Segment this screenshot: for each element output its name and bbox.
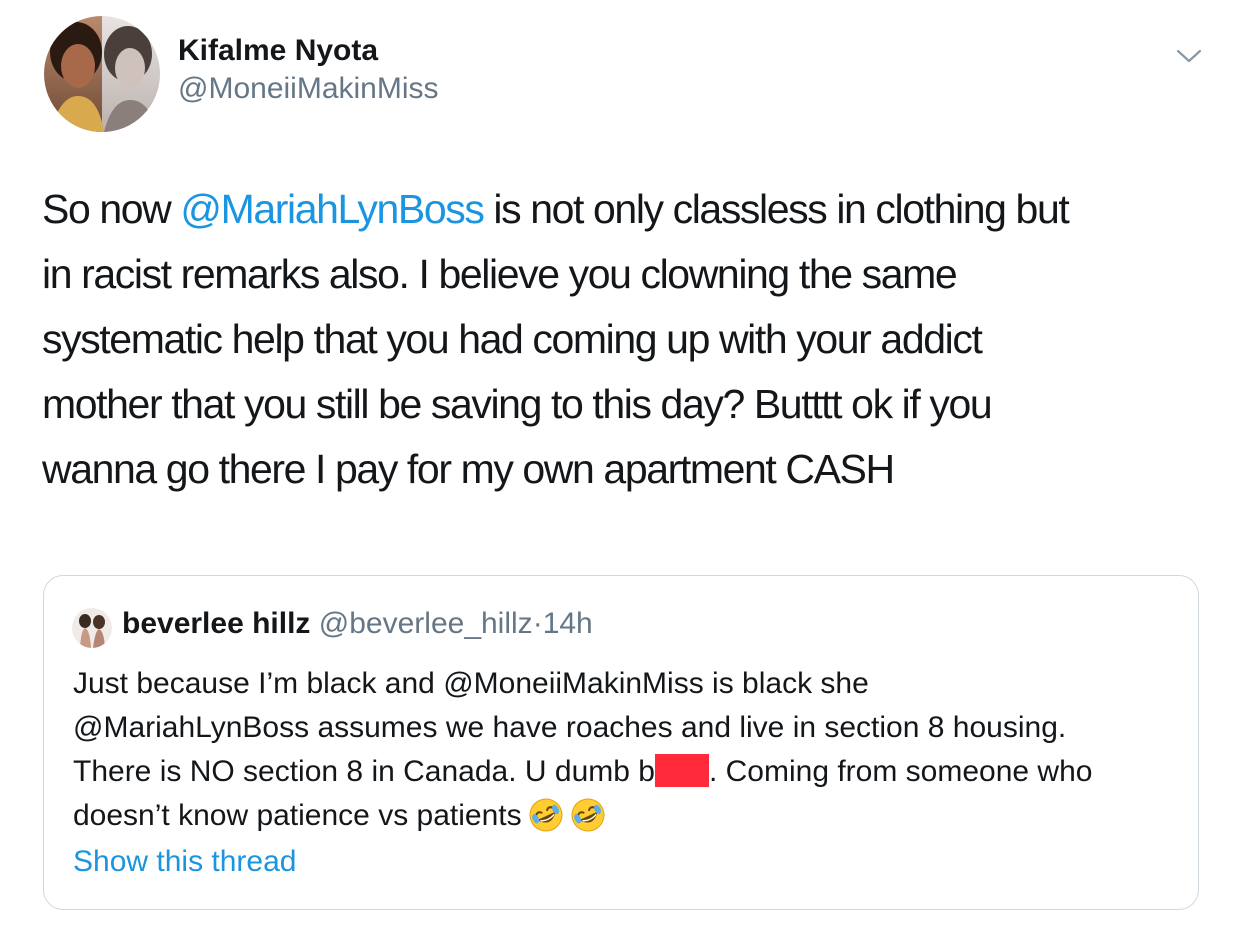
rolling-on-floor-laughing-emoji-icon	[528, 797, 564, 833]
quoted-author-meta: beverlee hillz @beverlee_hillz·14h	[122, 604, 593, 644]
quoted-text-line: Just because I’m black and @MoneiiMakinM…	[73, 667, 869, 700]
chevron-down-icon[interactable]	[1174, 44, 1204, 68]
quoted-author-username[interactable]: @beverlee_hillz	[319, 607, 533, 640]
quoted-text-segment: . Coming from someone who	[708, 755, 1093, 788]
author-info: Kifalme Nyota @MoneiiMakinMiss	[178, 32, 439, 108]
tweet-text-line: wanna go there I pay for my own apartmen…	[42, 446, 895, 492]
tweet-text-line: in racist remarks also. I believe you cl…	[42, 251, 958, 297]
quoted-text-line: doesn’t know patience vs patients	[73, 794, 1183, 838]
tweet-text-line: So now @MariahLynBoss is not only classl…	[42, 177, 1212, 242]
separator-dot: ·	[532, 607, 543, 640]
quoted-text-segment: doesn’t know patience vs patients	[73, 799, 522, 832]
author-username[interactable]: @MoneiiMakinMiss	[178, 70, 439, 108]
rolling-on-floor-laughing-emoji-icon	[570, 797, 606, 833]
quoted-tweet-card[interactable]: beverlee hillz @beverlee_hillz·14h Just …	[43, 575, 1199, 910]
quoted-text-line: There is NO section 8 in Canada. U dumb …	[73, 750, 1183, 794]
quoted-tweet-text: Just because I’m black and @MoneiiMakinM…	[73, 662, 1183, 838]
tweet-header: Kifalme Nyota @MoneiiMakinMiss	[44, 16, 1204, 134]
mention-link[interactable]: @MariahLynBoss	[180, 186, 484, 232]
tweet-text-line: systematic help that you had coming up w…	[42, 316, 983, 362]
tweet-text-segment: is not only classless in clothing but	[483, 186, 1069, 232]
tweet-text-segment: So now	[42, 186, 181, 232]
quoted-author-avatar[interactable]	[72, 608, 112, 648]
quoted-text-segment: There is NO section 8 in Canada. U dumb …	[73, 755, 655, 788]
quoted-text-line: @MariahLynBoss assumes we have roaches a…	[73, 711, 1067, 744]
tweet-text: So now @MariahLynBoss is not only classl…	[42, 177, 1212, 502]
show-thread-link[interactable]: Show this thread	[73, 842, 296, 882]
tweet-text-line: mother that you still be saving to this …	[42, 381, 993, 427]
redaction-block	[654, 754, 709, 787]
quoted-author-display-name[interactable]: beverlee hillz	[122, 607, 310, 640]
author-avatar[interactable]	[44, 16, 160, 132]
quoted-tweet-timestamp[interactable]: 14h	[543, 607, 593, 640]
author-display-name[interactable]: Kifalme Nyota	[178, 32, 439, 70]
